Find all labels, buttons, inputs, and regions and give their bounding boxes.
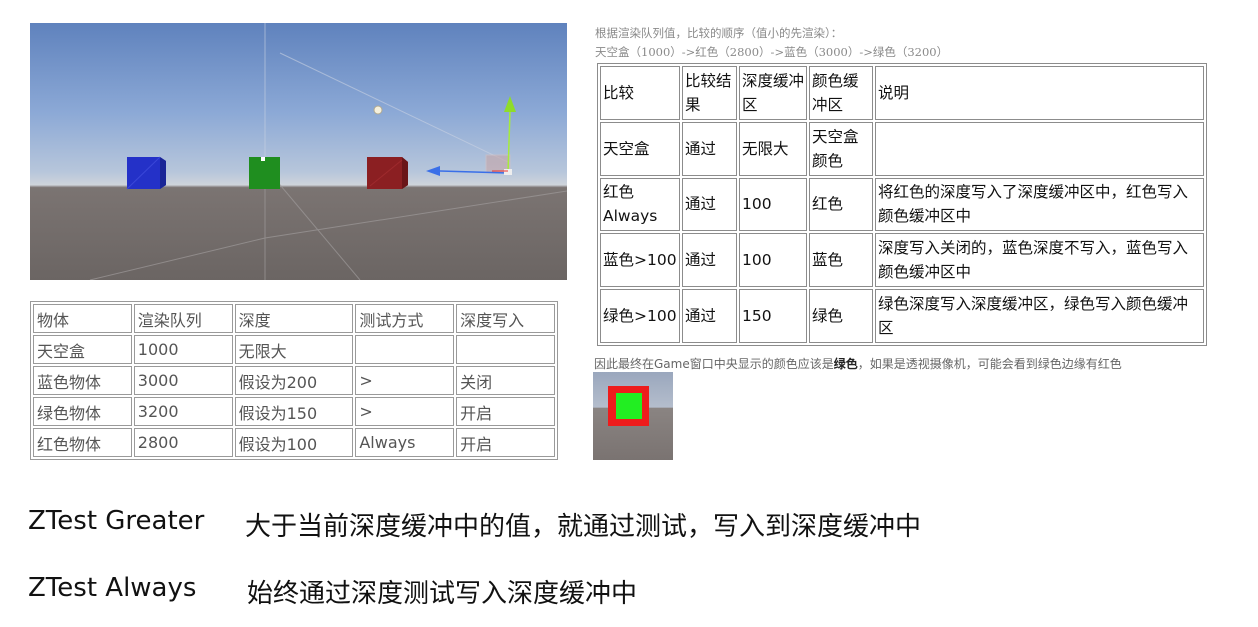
header-cell: 说明 (875, 66, 1204, 120)
table-cell: 2800 (133, 428, 233, 457)
conclusion-after: ，如果是透视摄像机，可能会看到绿色边缘有红色 (857, 357, 1122, 371)
table-cell: > (355, 366, 455, 395)
table-cell (355, 335, 455, 364)
table-cell: 红色 (809, 177, 873, 232)
ztest-greater-description: 大于当前深度缓冲中的值，就通过测试，写入到深度缓冲中 (245, 512, 922, 542)
table-cell: 100 (739, 177, 807, 232)
table-cell: Always (355, 428, 455, 457)
table-row: 蓝色物体 3000 假设为200 > 关闭 (33, 366, 555, 395)
table-header-row: 比较 比较结果 深度缓冲区 颜色缓冲区 说明 (600, 66, 1204, 120)
comparison-table: 比较 比较结果 深度缓冲区 颜色缓冲区 说明 天空盒 通过 无限大 天空盒颜色 … (597, 63, 1207, 346)
table-cell: 蓝色物体 (33, 366, 132, 395)
table-cell: 绿色物体 (33, 397, 132, 426)
table-row: 绿色物体 3200 假设为150 > 开启 (33, 397, 555, 426)
table-row: 天空盒 1000 无限大 (33, 335, 555, 364)
table-row: 蓝色>100 通过 100 蓝色 深度写入关闭的，蓝色深度不写入，蓝色写入颜色缓… (600, 233, 1204, 288)
table-cell: > (355, 397, 455, 426)
table-cell: 假设为100 (234, 428, 354, 457)
red-cube[interactable] (367, 157, 408, 189)
table-cell: 假设为200 (234, 366, 354, 395)
table-cell: 绿色>100 (600, 289, 680, 343)
table-cell: 将红色的深度写入了深度缓冲区中，红色写入颜色缓冲区中 (875, 177, 1204, 232)
table-cell: 假设为150 (234, 397, 354, 426)
table-cell: 红色Always (600, 177, 680, 232)
blue-cube[interactable] (126, 156, 166, 190)
table-cell: 3200 (133, 397, 233, 426)
table-cell: 1000 (133, 335, 233, 364)
header-cell: 测试方式 (355, 304, 455, 333)
table-cell: 通过 (682, 233, 737, 288)
table-cell: 开启 (456, 428, 555, 457)
conclusion-bold: 绿色 (833, 357, 858, 371)
header-cell: 颜色缓冲区 (809, 66, 873, 120)
render-order-sequence: 天空盒（1000）->红色（2800）->蓝色（3000）->绿色（3200） (595, 45, 949, 59)
table-cell: 通过 (682, 177, 737, 232)
table-cell: 100 (739, 233, 807, 288)
table-cell: 天空盒 (33, 335, 132, 364)
ztest-greater-command: ZTest Greater (28, 506, 205, 536)
table-row: 绿色>100 通过 150 绿色 绿色深度写入深度缓冲区，绿色写入颜色缓冲区 (600, 289, 1204, 343)
table-cell: 天空盒颜色 (809, 121, 873, 176)
table-cell: 深度写入关闭的，蓝色深度不写入，蓝色写入颜色缓冲区中 (875, 233, 1204, 288)
table-cell: 开启 (456, 397, 555, 426)
render-order-note: 根据渲染队列值，比较的顺序（值小的先渲染）： (595, 26, 843, 40)
object-depth-table: 物体 渲染队列 深度 测试方式 深度写入 天空盒 1000 无限大 蓝色物体 3… (30, 301, 558, 460)
table-cell: 通过 (682, 121, 737, 176)
table-header-row: 物体 渲染队列 深度 测试方式 深度写入 (33, 304, 555, 333)
table-cell: 关闭 (456, 366, 555, 395)
table-cell: 绿色深度写入深度缓冲区，绿色写入颜色缓冲区 (875, 289, 1204, 343)
header-cell: 比较结果 (682, 66, 737, 120)
table-cell: 红色物体 (33, 428, 132, 457)
table-cell: 蓝色>100 (600, 233, 680, 288)
header-cell: 比较 (600, 66, 680, 120)
ztest-always-description: 始终通过深度测试写入深度缓冲中 (247, 579, 638, 609)
table-row: 天空盒 通过 无限大 天空盒颜色 (600, 121, 1204, 176)
header-cell: 深度写入 (456, 304, 555, 333)
game-view-thumbnail (593, 372, 673, 460)
conclusion-text: 因此最终在Game窗口中央显示的颜色应该是绿色，如果是透视摄像机，可能会看到绿色… (594, 355, 1122, 372)
table-cell: 无限大 (234, 335, 354, 364)
table-cell: 蓝色 (809, 233, 873, 288)
table-row: 红色Always 通过 100 红色 将红色的深度写入了深度缓冲区中，红色写入颜… (600, 177, 1204, 232)
conclusion-before: 因此最终在Game窗口中央显示的颜色应该是 (594, 357, 834, 371)
ztest-always-command: ZTest Always (28, 573, 197, 603)
table-cell: 通过 (682, 289, 737, 343)
header-cell: 渲染队列 (133, 304, 233, 333)
table-cell: 150 (739, 289, 807, 343)
scene-view-image (30, 23, 567, 280)
header-cell: 物体 (33, 304, 132, 333)
table-cell: 绿色 (809, 289, 873, 343)
table-cell (875, 121, 1204, 176)
green-cube[interactable] (249, 157, 280, 189)
table-cell: 无限大 (739, 121, 807, 176)
table-cell: 天空盒 (600, 121, 680, 176)
table-row: 红色物体 2800 假设为100 Always 开启 (33, 428, 555, 457)
light-icon (373, 105, 383, 115)
header-cell: 深度缓冲区 (739, 66, 807, 120)
table-cell: 3000 (133, 366, 233, 395)
table-cell (456, 335, 555, 364)
header-cell: 深度 (234, 304, 354, 333)
green-square (616, 393, 642, 419)
